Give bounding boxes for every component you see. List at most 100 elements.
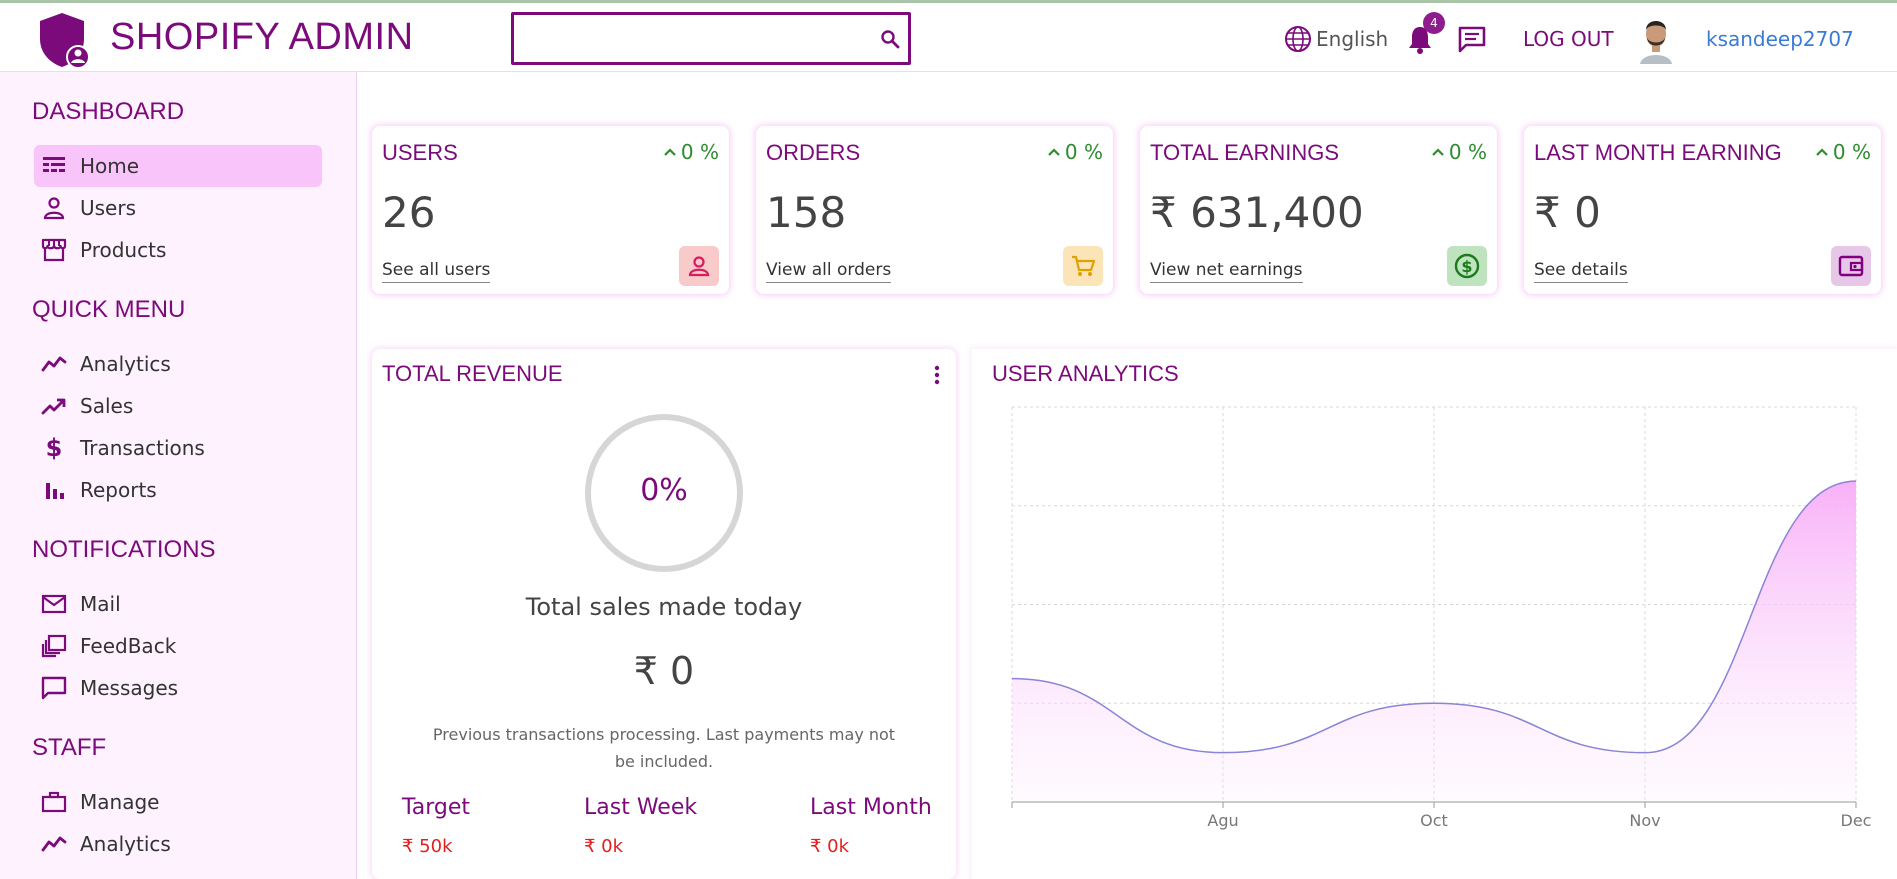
card-title: LAST MONTH EARNING [1534,140,1782,165]
chevron-up-icon [664,148,676,156]
last-week-stat: Last Week ₹ 0k [584,795,697,857]
avatar[interactable] [1636,14,1676,64]
chevron-up-icon [1816,148,1828,156]
dashboard-icon [40,152,68,180]
total-earnings-card: TOTAL EARNINGS 0 % ₹ 631,400 View net ea… [1140,126,1497,294]
message-icon [40,674,68,702]
progress-percentage: 0% [640,473,688,508]
trending-up-icon [40,392,68,420]
search-box[interactable] [511,12,911,65]
section-title-dashboard: DASHBOARD [32,98,185,125]
sidebar-item-label: FeedBack [80,634,177,658]
see-details-link[interactable]: See details [1534,260,1628,283]
panel-title: TOTAL REVENUE [382,361,563,386]
person-icon [40,194,68,222]
sidebar-item-label: Messages [80,676,179,700]
total-sales-label: Total sales made today [525,593,803,621]
logout-button[interactable]: LOG OUT [1523,27,1614,51]
sidebar-item-label: Users [80,196,137,220]
sidebar-item-users[interactable]: Users [34,187,322,229]
last-month-earning-card: LAST MONTH EARNING 0 % ₹ 0 See details [1524,126,1881,294]
sidebar-item-label: Analytics [80,352,171,376]
see-all-users-link[interactable]: See all users [382,260,491,283]
notification-badge: 4 [1423,12,1445,34]
chevron-up-icon [1048,148,1060,156]
sidebar-item-reports[interactable]: Reports [34,469,322,511]
section-title-staff: STAFF [32,734,107,761]
total-sales-amount: ₹ 0 [633,649,695,693]
sidebar-item-manage[interactable]: Manage [34,781,322,823]
card-value: 158 [766,188,847,237]
stat-value: ₹ 0k [584,836,624,857]
sidebar-item-staff-analytics[interactable]: Analytics [34,823,322,865]
sidebar-item-sales[interactable]: Sales [34,385,322,427]
store-icon [40,236,68,264]
dollar-circle-icon: $ [1447,246,1487,286]
line-chart-icon [40,830,68,858]
view-all-orders-link[interactable]: View all orders [766,260,892,283]
shield-logo-icon [40,13,90,69]
language-selector[interactable]: English [1284,25,1388,53]
sidebar-item-label: Mail [80,592,121,616]
top-bar: SHOPIFY ADMIN English 4 LOG OUT ksandeep… [0,0,1897,72]
person-icon [679,246,719,286]
card-title: ORDERS [766,140,861,165]
section-title-notifications: NOTIFICATIONS [32,536,216,563]
stat-label: Last Month [810,795,932,820]
sidebar-item-products[interactable]: Products [34,229,322,271]
x-axis-tick-label: Oct [1420,811,1448,830]
sidebar: DASHBOARD Home Users Products QUICK MENU… [0,72,357,879]
sidebar-item-transactions[interactable]: $ Transactions [34,427,322,469]
card-percentage: 0 % [1815,140,1871,164]
sidebar-item-label: Manage [80,790,160,814]
card-title: USERS [382,140,458,165]
revenue-note: Previous transactions processing. Last p… [432,725,896,771]
sidebar-item-label: Transactions [80,436,205,460]
sidebar-item-label: Reports [80,478,157,502]
target-stat: Target ₹ 50k [402,795,470,857]
card-title: TOTAL EARNINGS [1150,140,1340,165]
stat-label: Last Week [584,795,698,820]
dollar-icon: $ [45,434,63,462]
card-value: ₹ 631,400 [1150,188,1364,237]
user-analytics-chart: Agu Oct Nov Dec [1011,406,1872,830]
feedback-icon [40,632,68,660]
briefcase-icon [40,788,68,816]
card-value: 26 [382,188,436,237]
more-vert-icon[interactable] [934,365,940,385]
sidebar-item-home[interactable]: Home [34,145,322,187]
search-input[interactable] [524,15,864,60]
stat-value: ₹ 50k [402,836,453,857]
stat-label: Target [402,795,471,820]
users-card: USERS 0 % 26 See all users [372,126,729,294]
x-axis-tick-label: Agu [1207,811,1238,830]
sidebar-item-mail[interactable]: Mail [34,583,322,625]
globe-icon [1285,26,1311,52]
language-label: English [1316,27,1389,51]
line-chart-icon [40,350,68,378]
cart-icon [1063,246,1103,286]
sidebar-item-label: Home [80,154,140,178]
sidebar-item-label: Sales [80,394,134,418]
section-title-quick-menu: QUICK MENU [32,296,186,323]
orders-card: ORDERS 0 % 158 View all orders [756,126,1113,294]
sidebar-item-analytics[interactable]: Analytics [34,343,322,385]
bar-chart-icon [40,476,68,504]
wallet-icon [1831,246,1871,286]
sidebar-item-messages[interactable]: Messages [34,667,322,709]
sidebar-item-label: Products [80,238,167,262]
card-percentage: 0 % [1047,140,1103,164]
card-percentage: 0 % [663,140,719,164]
sidebar-item-label: Analytics [80,832,171,856]
brand-title: SHOPIFY ADMIN [110,16,414,58]
x-axis-tick-label: Dec [1841,811,1872,830]
sidebar-item-feedback[interactable]: FeedBack [34,625,322,667]
stat-value: ₹ 0k [810,836,850,857]
last-month-stat: Last Month ₹ 0k [810,795,932,857]
username[interactable]: ksandeep2707 [1706,27,1854,51]
view-net-earnings-link[interactable]: View net earnings [1150,260,1303,283]
x-axis-tick-label: Nov [1629,811,1660,830]
search-icon[interactable] [880,29,900,49]
user-analytics-panel: USER ANALYTICS Agu Oct Nov Dec [972,349,1897,879]
chat-icon[interactable] [1457,25,1487,53]
